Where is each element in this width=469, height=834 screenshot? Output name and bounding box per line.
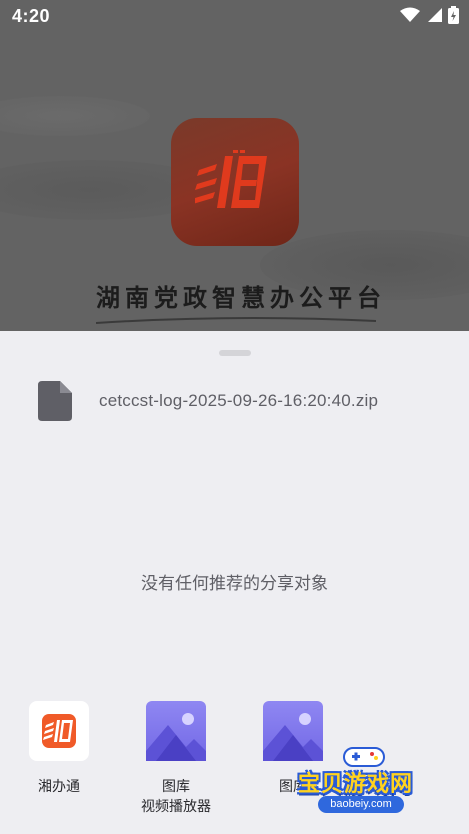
file-name: cetccst-log-2025-09-26-16:20:40.zip bbox=[99, 391, 379, 410]
watermark-url: baobeiy.com bbox=[318, 796, 404, 813]
xiangbantong-app-icon bbox=[29, 701, 89, 761]
gallery-icon bbox=[146, 701, 206, 761]
file-icon bbox=[38, 381, 72, 421]
background-mountain-decoration bbox=[0, 96, 150, 136]
share-target-gallery-video-player[interactable]: 图库 视频播放器 bbox=[116, 699, 236, 816]
status-time: 4:20 bbox=[12, 6, 51, 26]
share-target-label: 图库 bbox=[162, 778, 190, 794]
sheet-drag-handle[interactable] bbox=[219, 350, 251, 356]
brush-stroke-decoration bbox=[96, 316, 376, 324]
watermark-title: 宝贝游戏网 bbox=[298, 772, 414, 797]
signal-icon bbox=[428, 8, 442, 22]
no-recommendations-message: 没有任何推荐的分享对象 bbox=[141, 574, 328, 593]
app-logo bbox=[171, 118, 299, 246]
app-title-calligraphy: 湖南党政智慧办公平台 bbox=[96, 283, 386, 312]
shared-file-row: cetccst-log-2025-09-26-16:20:40.zip bbox=[38, 381, 378, 421]
battery-charging-icon bbox=[448, 6, 459, 24]
wifi-icon bbox=[400, 7, 420, 22]
status-bar: 4:20 bbox=[0, 0, 469, 34]
background-app-scrim[interactable]: 湖南党政智慧办公平台 bbox=[0, 0, 469, 331]
share-target-xiangbantong[interactable]: 湘办通 bbox=[0, 699, 119, 796]
share-target-label: 湘办通 bbox=[38, 778, 80, 794]
site-watermark: 宝贝游戏网 baobeiy.com bbox=[290, 744, 440, 824]
status-icons bbox=[400, 6, 459, 24]
gamepad-icon bbox=[343, 747, 385, 767]
share-target-sublabel: 视频播放器 bbox=[141, 798, 211, 814]
